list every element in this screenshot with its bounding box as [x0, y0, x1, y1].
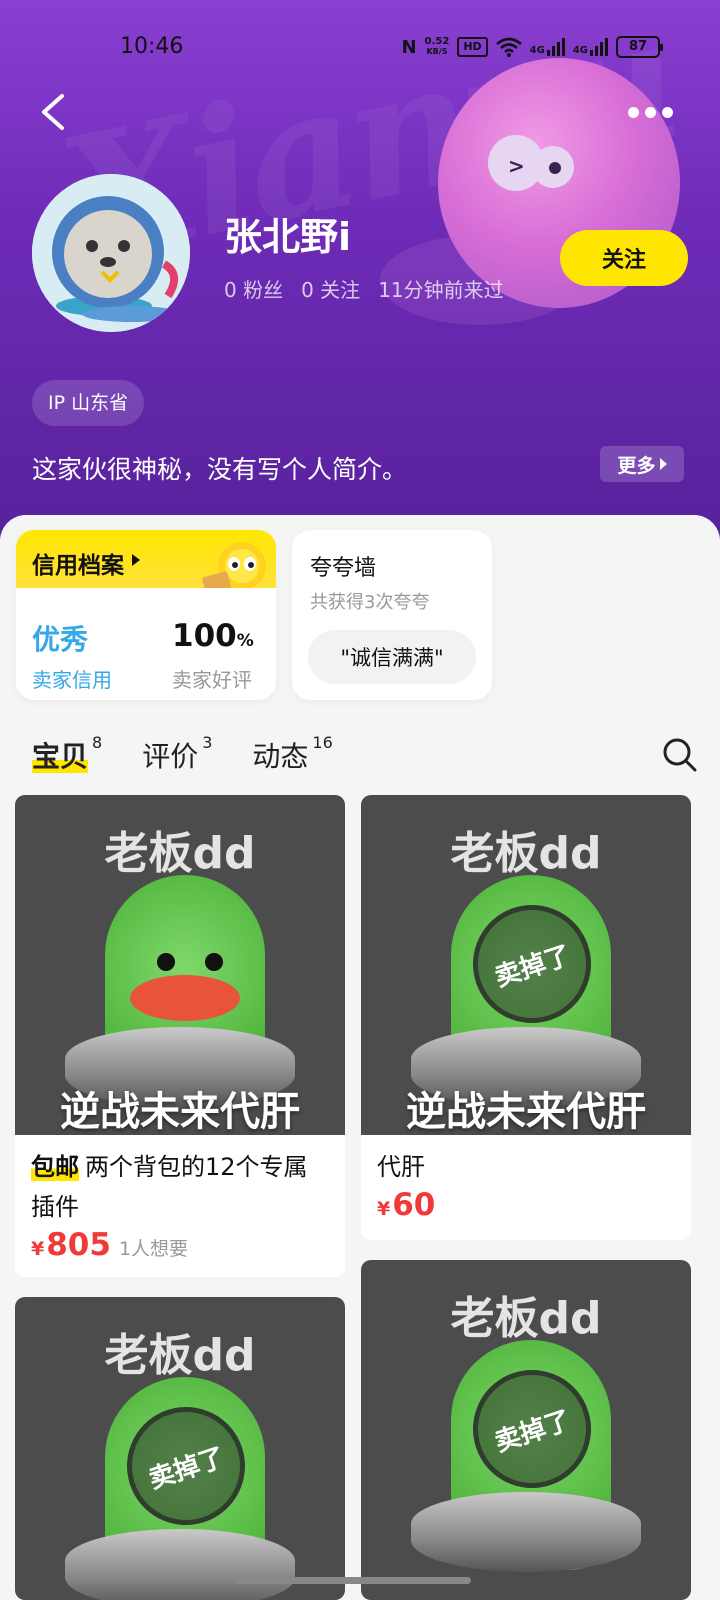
item-image: 老板dd 卖掉了: [361, 1260, 691, 1600]
tab-items[interactable]: 宝贝 8: [32, 735, 102, 775]
item-image: 老板dd 逆战未来代肝: [15, 795, 345, 1135]
back-arrow-icon[interactable]: [36, 92, 72, 132]
item-image: 老板dd 卖掉了: [15, 1297, 345, 1600]
follow-button[interactable]: 关注: [560, 230, 688, 286]
wifi-icon: [495, 37, 522, 57]
item-card[interactable]: 老板dd 卖掉了: [15, 1297, 345, 1600]
nfc-icon: N: [401, 36, 417, 58]
item-card[interactable]: 老板dd 逆战未来代肝 包邮 两个背包的12个专属插件 ¥805 1人想要: [15, 795, 345, 1277]
hd-icon: HD: [457, 37, 488, 57]
item-card[interactable]: 老板dd 卖掉了 逆战未来代肝 代肝 ¥60: [361, 795, 691, 1240]
more-bio-button[interactable]: 更多: [600, 446, 684, 482]
chevron-right-icon: [132, 554, 140, 566]
status-icons: N 0.52 KB/S HD 4G 4G 87: [401, 36, 663, 58]
profile-tabs: 宝贝 8 评价 3 动态 16: [32, 735, 333, 775]
want-count: 1人想要: [118, 1238, 189, 1260]
praise-wall-title: 夸夸墙: [310, 556, 377, 581]
item-title: 代肝: [377, 1153, 425, 1181]
item-price: ¥805 1人想要: [31, 1227, 189, 1263]
seal-avatar-icon: [32, 174, 190, 332]
profile-header: Xianyu > 10:46 N 0.52 KB/S HD 4G 4G 87 张…: [0, 0, 720, 560]
ip-location-badge: IP 山东省: [32, 380, 145, 426]
item-price: ¥60: [377, 1187, 436, 1223]
tab-activity[interactable]: 动态 16: [252, 735, 332, 775]
following-count[interactable]: 0 关注: [301, 274, 360, 303]
profile-content: 信用档案 优秀 卖家信用 100% 卖家好评 夸夸墙 共获得3次夸夸 "诚信满满…: [0, 515, 720, 1600]
username: 张北野i: [224, 215, 352, 259]
fans-count[interactable]: 0 粉丝: [224, 274, 283, 303]
praise-count: 共获得3次夸夸: [310, 592, 430, 613]
item-title: 包邮 两个背包的12个专属插件: [31, 1153, 308, 1221]
profile-stats: 0 粉丝 0 关注 11分钟前来过: [224, 274, 504, 303]
mascot-pupil-decor: >: [508, 154, 525, 178]
item-card[interactable]: 老板dd 卖掉了: [361, 1260, 691, 1600]
credit-card-body: 优秀 卖家信用 100% 卖家好评: [16, 588, 276, 700]
last-seen: 11分钟前来过: [378, 278, 504, 302]
net-speed: 0.52 KB/S: [424, 36, 450, 57]
clock: 10:46: [120, 34, 184, 59]
mascot-pupil-decor: [549, 162, 561, 174]
seller-credit-label: 卖家信用: [32, 668, 112, 692]
chevron-right-icon: [659, 458, 667, 470]
more-bio-label: 更多: [617, 454, 656, 477]
home-indicator[interactable]: [235, 1577, 471, 1584]
tab-reviews[interactable]: 评价 3: [142, 735, 212, 775]
praise-tag[interactable]: "诚信满满": [308, 630, 476, 684]
status-bar: 10:46 N 0.52 KB/S HD 4G 4G 87: [0, 30, 720, 66]
positive-rate-label: 卖家好评: [172, 668, 252, 692]
praise-wall-card[interactable]: 夸夸墙 共获得3次夸夸 "诚信满满": [292, 530, 492, 700]
battery-icon: 87: [616, 36, 663, 58]
signal-sim1-icon: 4G: [530, 38, 565, 56]
more-options-icon[interactable]: [628, 104, 676, 120]
profile-bio: 这家伙很神秘，没有写个人简介。: [32, 455, 408, 484]
avatar[interactable]: [32, 174, 190, 332]
free-shipping-tag: 包邮: [31, 1153, 79, 1181]
credit-profile-card[interactable]: 信用档案 优秀 卖家信用 100% 卖家好评: [16, 530, 276, 700]
credit-title: 信用档案: [32, 553, 124, 579]
search-icon[interactable]: [662, 737, 698, 773]
positive-rate: 100%: [172, 618, 254, 654]
seller-credit-grade: 优秀: [32, 623, 89, 656]
signal-sim2-icon: 4G: [573, 38, 608, 56]
item-image: 老板dd 卖掉了 逆战未来代肝: [361, 795, 691, 1135]
